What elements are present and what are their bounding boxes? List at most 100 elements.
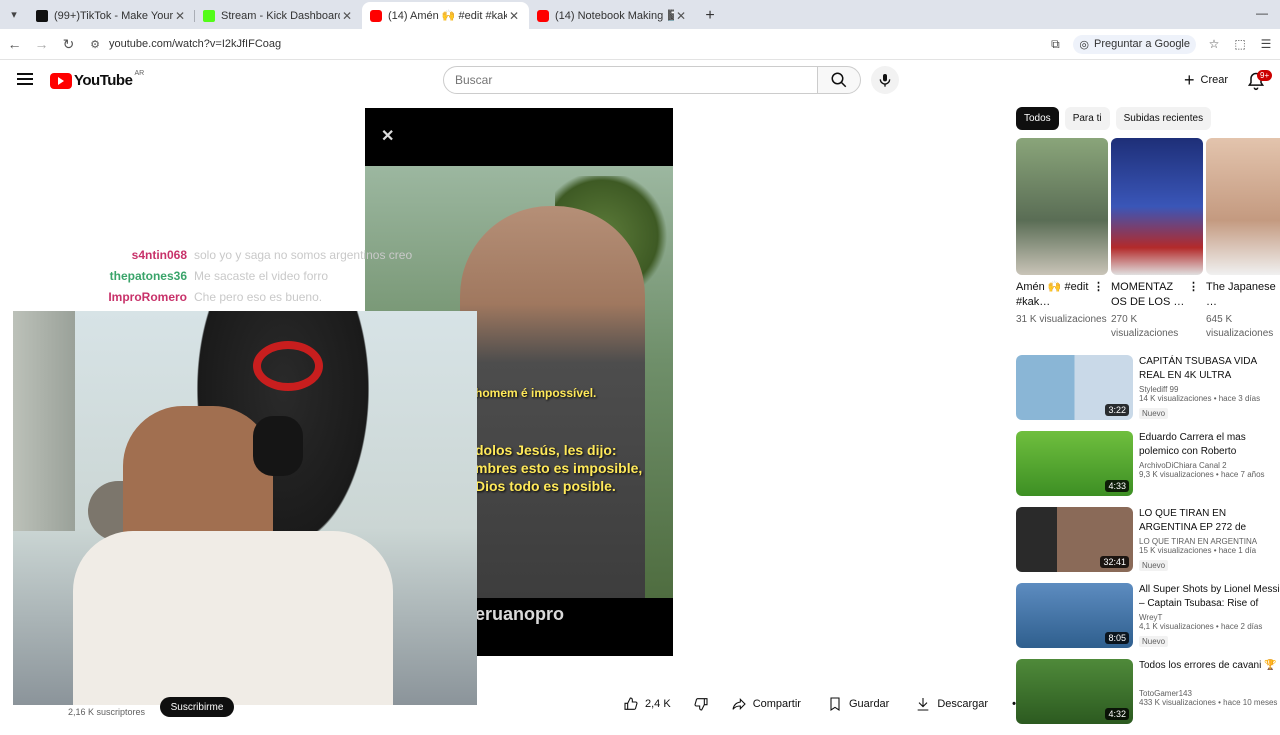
search-box[interactable] — [443, 66, 818, 94]
streamer-webcam-overlay — [13, 311, 477, 705]
address-bar-row: ← → ↻ ⚙ youtube.com/watch?v=I2kJfIFCoag … — [0, 29, 1280, 60]
forward-arrow-icon[interactable]: → — [29, 32, 54, 57]
short-card[interactable]: MOMENTAZ OS DE LOS … ⋮ 270 K visualizacio… — [1111, 138, 1203, 348]
recommended-video-item[interactable]: 4:33 Eduardo Carrera el mas polemico con… — [1016, 431, 1280, 505]
new-tab-plus-icon[interactable]: + — [696, 2, 724, 29]
side-panel-icon[interactable]: ☰ — [1258, 36, 1274, 52]
create-label: Crear — [1200, 74, 1229, 86]
video-title[interactable]: Eduardo Carrera el mas polemico con Robe… — [1139, 431, 1280, 459]
video-duration: 8:05 — [1105, 632, 1129, 644]
new-badge: Nuevo — [1139, 408, 1169, 419]
channel-name[interactable]: Stylediff 99 — [1139, 385, 1280, 394]
recommended-video-item[interactable]: 8:05 All Super Shots by Lionel Messi – C… — [1016, 583, 1280, 657]
tab-title: Stream - Kick Dashboard — [221, 9, 340, 22]
recommended-video-item[interactable]: 4:32 Todos los errores de cavani 🏆 TotoG… — [1016, 659, 1280, 733]
chip-todos[interactable]: Todos — [1016, 107, 1059, 130]
video-title[interactable]: Todos los errores de cavani 🏆 — [1139, 659, 1280, 687]
video-title[interactable]: All Super Shots by Lionel Messi – Captai… — [1139, 583, 1280, 611]
browser-tab-youtube-notebook[interactable]: (14) Notebook Making 📓 #ash ✕ — [529, 2, 696, 29]
tab-title: (99+)TikTok - Make Your Day — [54, 9, 173, 22]
short-card[interactable]: The Japanese … 645 K visualizaciones — [1206, 138, 1280, 348]
search-button[interactable] — [817, 66, 861, 94]
short-thumbnail[interactable] — [1206, 138, 1280, 275]
hamburger-menu-icon[interactable] — [17, 73, 33, 85]
channel-name[interactable]: WreyT — [1139, 613, 1280, 622]
more-vertical-icon[interactable]: ⋮ — [1188, 280, 1199, 295]
like-count: 2,4 K — [645, 698, 671, 710]
channel-name[interactable]: LO QUE TIRAN EN ARGENTINA — [1139, 537, 1280, 546]
search-input[interactable] — [455, 73, 817, 87]
channel-name[interactable]: ArchivoDiChiara Canal 2 — [1139, 461, 1280, 470]
browser-tab-tiktok[interactable]: (99+)TikTok - Make Your Day ✕ — [28, 2, 195, 29]
site-info-icon[interactable]: ⚙ — [87, 38, 103, 51]
webcam-headset — [253, 416, 303, 476]
tab-search-chevron-icon[interactable]: ▾ — [0, 0, 28, 29]
chat-message: s4ntin068 solo yo y saga no somos argent… — [40, 244, 460, 265]
tiktok-favicon-icon — [36, 9, 48, 22]
short-card[interactable]: Amén 🙌 #edit #kak… ⋮ 31 K visualizaciones — [1016, 138, 1108, 348]
bookmark-star-icon[interactable]: ☆ — [1206, 36, 1222, 52]
chip-para-ti[interactable]: Para ti — [1064, 107, 1110, 130]
video-caption-line: homem é impossível. — [475, 386, 597, 400]
video-thumbnail[interactable]: 4:33 — [1016, 431, 1133, 496]
short-thumbnail[interactable] — [1111, 138, 1203, 275]
recommended-video-item[interactable]: 32:41 LO QUE TIRAN EN ARGENTINA EP 272 d… — [1016, 507, 1280, 581]
short-title[interactable]: Amén 🙌 #edit #kak… — [1016, 281, 1088, 308]
youtube-favicon-icon — [370, 9, 382, 22]
short-title[interactable]: The Japanese … — [1206, 281, 1276, 308]
install-app-icon[interactable]: ⧉ — [1047, 36, 1063, 52]
browser-tab-youtube-active[interactable]: (14) Amén 🙌 #edit #kaká #fut ✕ — [362, 2, 529, 29]
short-views: 31 K visualizaciones — [1016, 314, 1107, 325]
dislike-button[interactable] — [686, 691, 715, 717]
voice-search-button[interactable] — [871, 66, 899, 94]
close-icon[interactable]: ✕ — [674, 9, 688, 23]
back-arrow-icon[interactable]: ← — [2, 32, 27, 57]
video-duration: 32:41 — [1100, 556, 1129, 568]
ask-google-button[interactable]: ◎ Preguntar a Google — [1073, 34, 1196, 54]
youtube-logo[interactable]: YouTube AR — [50, 70, 144, 89]
video-thumbnail[interactable]: 32:41 — [1016, 507, 1133, 572]
close-icon[interactable]: ✕ — [340, 9, 354, 23]
like-button[interactable]: 2,4 K — [613, 691, 681, 717]
new-badge: Nuevo — [1139, 560, 1169, 571]
channel-name[interactable]: TotoGamer143 — [1139, 689, 1280, 698]
minimize-icon[interactable]: — — [1256, 6, 1268, 20]
lens-icon: ◎ — [1079, 38, 1089, 51]
reload-icon[interactable]: ↻ — [56, 32, 81, 57]
video-thumbnail[interactable]: 4:32 — [1016, 659, 1133, 724]
close-icon[interactable]: ✕ — [507, 9, 521, 23]
chat-text: solo yo y saga no somos argentinos creo — [194, 247, 413, 262]
close-icon[interactable]: ✕ — [173, 9, 187, 23]
thumbs-down-icon — [694, 698, 708, 711]
video-thumbnail[interactable]: 8:05 — [1016, 583, 1133, 648]
save-label: Guardar — [848, 698, 890, 710]
url-field[interactable]: ⚙ youtube.com/watch?v=I2kJfIFCoag — [87, 32, 1047, 57]
download-button[interactable]: Descargar — [905, 691, 999, 717]
chip-subidas-recientes[interactable]: Subidas recientes — [1115, 107, 1212, 130]
video-caption-line: dolos Jesús, les dijo: — [475, 442, 617, 458]
video-duration: 4:33 — [1105, 480, 1129, 492]
youtube-header: YouTube AR + Crear 9+ — [0, 60, 1280, 100]
recommended-video-item[interactable]: 3:22 CAPITÁN TSUBASA VIDA REAL EN 4K ULT… — [1016, 355, 1280, 429]
video-duration: 4:32 — [1105, 708, 1129, 720]
save-button[interactable]: Guardar — [816, 691, 900, 717]
create-button[interactable]: + Crear — [1174, 66, 1239, 94]
browser-tab-bar: ▾ (99+)TikTok - Make Your Day ✕ Stream -… — [0, 0, 1280, 29]
video-title[interactable]: LO QUE TIRAN EN ARGENTINA EP 272 de NOCH… — [1139, 507, 1280, 535]
video-thumbnail[interactable]: 3:22 — [1016, 355, 1133, 420]
short-title[interactable]: MOMENTAZ OS DE LOS … — [1111, 281, 1184, 308]
short-thumbnail[interactable] — [1016, 138, 1108, 275]
subscribe-button[interactable]: Suscribirme — [160, 697, 234, 717]
extensions-icon[interactable]: ⬚ — [1232, 36, 1248, 52]
share-button[interactable]: Compartir — [720, 691, 811, 717]
recommendation-filter-chips: Todos Para ti Subidas recientes — [1016, 107, 1212, 130]
search-icon — [831, 72, 847, 88]
bookmark-icon — [830, 697, 840, 711]
video-title[interactable]: CAPITÁN TSUBASA VIDA REAL EN 4K ULTRA RE… — [1139, 355, 1280, 383]
tab-title: (14) Notebook Making 📓 #ash — [555, 10, 674, 22]
browser-tab-kick[interactable]: Stream - Kick Dashboard ✕ — [195, 2, 362, 29]
video-stats: 9,3 K visualizaciones • hace 7 años — [1139, 470, 1265, 479]
more-vertical-icon[interactable]: ⋮ — [1093, 280, 1104, 295]
chat-username: thepatones36 — [109, 268, 187, 283]
video-caption-line: mbres esto es imposible, — [475, 460, 643, 476]
